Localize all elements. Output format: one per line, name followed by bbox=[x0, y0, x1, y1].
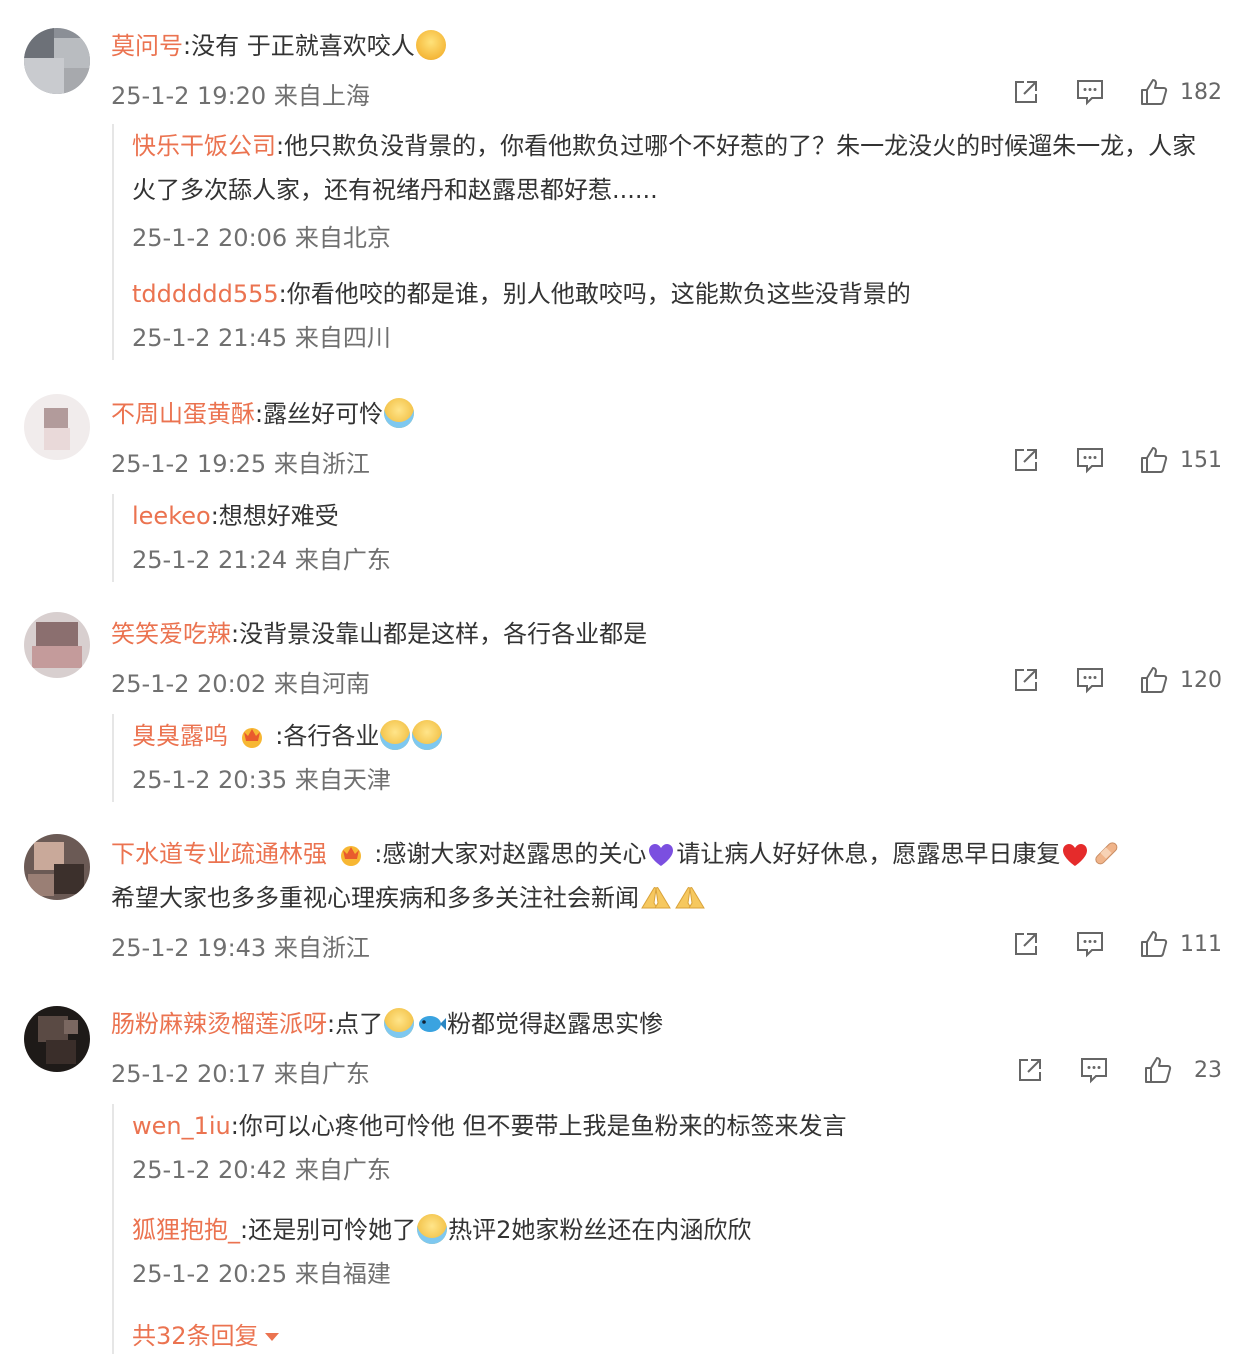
comment-actions: 23 bbox=[1014, 1050, 1222, 1090]
comment-meta: 25-1-2 20:17 来自广东 bbox=[111, 1060, 370, 1088]
comment-text: 莫问号:没有 于正就喜欢咬人 bbox=[111, 24, 1218, 68]
reply-item: tdddddd555:你看他咬的都是谁，别人他敢咬吗，这能欺负这些没背景的 25… bbox=[132, 272, 1218, 353]
reply-item: leekeo:想想好难受 25-1-2 21:24 来自广东 bbox=[132, 494, 1218, 575]
comment-meta: 25-1-2 19:25 来自浙江 bbox=[111, 450, 370, 478]
praying-hands-icon bbox=[674, 882, 706, 912]
avatar[interactable] bbox=[24, 1006, 90, 1072]
reply-text: wen_1iu:你可以心疼他可怜他 但不要带上我是鱼粉来的标签来发言 bbox=[132, 1112, 847, 1140]
reply-text: tdddddd555:你看他咬的都是谁，别人他敢咬吗，这能欺负这些没背景的 bbox=[132, 280, 911, 308]
comment-text: 下水道专业疏通林强 :感谢大家对赵露思的关心 请让病人好好休息，愿露思早日康复 希… bbox=[111, 832, 1218, 920]
username[interactable]: 笑笑爱吃辣 bbox=[111, 620, 231, 648]
comment-icon[interactable] bbox=[1074, 444, 1106, 476]
like-count: 120 bbox=[1180, 667, 1222, 693]
crying-emoji-icon bbox=[380, 720, 411, 750]
thumbs-up-icon[interactable] bbox=[1138, 664, 1170, 696]
username[interactable]: 狐狸抱抱_ bbox=[132, 1216, 240, 1244]
crown-badge-icon bbox=[336, 838, 366, 868]
avatar[interactable] bbox=[24, 612, 90, 678]
praying-hands-icon bbox=[640, 882, 672, 912]
username[interactable]: 下水道专业疏通林强 bbox=[111, 840, 327, 868]
comment-text: 肠粉麻辣烫榴莲派呀:点了 粉都觉得赵露思实惨 bbox=[111, 1008, 664, 1038]
like-count: 182 bbox=[1180, 79, 1222, 105]
comment-meta: 25-1-2 19:43 来自浙江 bbox=[111, 934, 370, 962]
reply-meta: 25-1-2 20:25 来自福建 bbox=[132, 1260, 391, 1288]
share-icon[interactable] bbox=[1010, 664, 1042, 696]
laughing-emoji-icon bbox=[415, 30, 446, 60]
thumbs-up-icon[interactable] bbox=[1142, 1054, 1174, 1086]
more-replies-link[interactable]: 共32条回复 bbox=[132, 1316, 279, 1351]
avatar[interactable] bbox=[24, 834, 90, 900]
comment-text: 笑笑爱吃辣:没背景没靠山都是这样，各行各业都是 bbox=[111, 620, 648, 648]
username[interactable]: 莫问号 bbox=[111, 32, 183, 60]
comment-icon[interactable] bbox=[1074, 76, 1106, 108]
crying-emoji-icon bbox=[384, 1008, 415, 1038]
reply-text: 臭臭露呜 :各行各业 bbox=[132, 714, 1218, 758]
reply-item: 快乐干饭公司:他只欺负没背景的，你看他欺负过哪个不好惹的了？朱一龙没火的时候遛朱… bbox=[132, 124, 1218, 253]
comment-actions: 151 bbox=[1010, 440, 1222, 480]
reply-thread: wen_1iu:你可以心疼他可怜他 但不要带上我是鱼粉来的标签来发言 25-1-… bbox=[112, 1104, 1218, 1354]
share-icon[interactable] bbox=[1010, 928, 1042, 960]
thumbs-up-icon[interactable] bbox=[1138, 444, 1170, 476]
thumbs-up-icon[interactable] bbox=[1138, 928, 1170, 960]
username[interactable]: 快乐干饭公司 bbox=[132, 132, 276, 160]
reply-item: 狐狸抱抱_:还是别可怜她了 热评2她家粉丝还在内涵欣欣 25-1-2 20:25 … bbox=[132, 1208, 1218, 1289]
like-count: 111 bbox=[1180, 931, 1222, 957]
reply-text: leekeo:想想好难受 bbox=[132, 502, 339, 530]
crown-badge-icon bbox=[237, 720, 267, 750]
crying-emoji-icon bbox=[384, 398, 415, 428]
comment-icon[interactable] bbox=[1074, 928, 1106, 960]
reply-item: wen_1iu:你可以心疼他可怜他 但不要带上我是鱼粉来的标签来发言 25-1-… bbox=[132, 1104, 1218, 1185]
like-count: 151 bbox=[1180, 447, 1222, 473]
comment-item: 下水道专业疏通林强 :感谢大家对赵露思的关心 请让病人好好休息，愿露思早日康复 希… bbox=[0, 808, 1238, 980]
crying-emoji-icon bbox=[412, 720, 443, 750]
comment-item: 莫问号:没有 于正就喜欢咬人 25-1-2 19:20 来自上海 182 快乐干… bbox=[0, 0, 1238, 370]
username[interactable]: tdddddd555 bbox=[132, 280, 279, 308]
share-icon[interactable] bbox=[1014, 1054, 1046, 1086]
reply-thread: leekeo:想想好难受 25-1-2 21:24 来自广东 bbox=[112, 494, 1218, 582]
username[interactable]: leekeo bbox=[132, 502, 211, 530]
username[interactable]: 臭臭露呜 bbox=[132, 722, 228, 750]
reply-meta: 25-1-2 20:35 来自天津 bbox=[132, 766, 391, 794]
comment-icon[interactable] bbox=[1074, 664, 1106, 696]
share-icon[interactable] bbox=[1010, 76, 1042, 108]
reply-meta: 25-1-2 21:45 来自四川 bbox=[132, 324, 391, 352]
username[interactable]: wen_1iu bbox=[132, 1112, 231, 1140]
reply-thread: 臭臭露呜 :各行各业 25-1-2 20:35 来自天津 bbox=[112, 714, 1218, 802]
avatar[interactable] bbox=[24, 394, 90, 460]
reply-text: 狐狸抱抱_:还是别可怜她了 热评2她家粉丝还在内涵欣欣 bbox=[132, 1214, 752, 1244]
comment-meta: 25-1-2 20:02 来自河南 bbox=[111, 670, 370, 698]
red-heart-icon bbox=[1061, 838, 1089, 866]
reply-meta: 25-1-2 21:24 来自广东 bbox=[132, 546, 391, 574]
comment-actions: 111 bbox=[1010, 924, 1222, 964]
fish-icon bbox=[416, 1008, 447, 1036]
username[interactable]: 不周山蛋黄酥 bbox=[111, 400, 255, 428]
avatar[interactable] bbox=[24, 28, 90, 94]
comment-item: 笑笑爱吃辣:没背景没靠山都是这样，各行各业都是 25-1-2 20:02 来自河… bbox=[0, 590, 1238, 808]
comment-actions: 120 bbox=[1010, 660, 1222, 700]
reply-meta: 25-1-2 20:42 来自广东 bbox=[132, 1156, 391, 1184]
reply-meta: 25-1-2 20:06 来自北京 bbox=[132, 224, 391, 252]
thumbs-up-icon[interactable] bbox=[1138, 76, 1170, 108]
reply-item: 臭臭露呜 :各行各业 25-1-2 20:35 来自天津 bbox=[132, 714, 1218, 795]
comment-icon[interactable] bbox=[1078, 1054, 1110, 1086]
comment-meta: 25-1-2 19:20 来自上海 bbox=[111, 82, 370, 110]
share-icon[interactable] bbox=[1010, 444, 1042, 476]
reply-thread: 快乐干饭公司:他只欺负没背景的，你看他欺负过哪个不好惹的了？朱一龙没火的时候遛朱… bbox=[112, 124, 1218, 360]
like-count: 23 bbox=[1194, 1057, 1222, 1083]
purple-heart-icon bbox=[647, 838, 675, 866]
comment-item: 不周山蛋黄酥:露丝好可怜 25-1-2 19:25 来自浙江 151 leeke… bbox=[0, 370, 1238, 590]
reply-text: 快乐干饭公司:他只欺负没背景的，你看他欺负过哪个不好惹的了？朱一龙没火的时候遛朱… bbox=[132, 132, 1197, 204]
bandage-icon bbox=[1091, 838, 1121, 868]
comment-actions: 182 bbox=[1010, 72, 1222, 112]
crying-emoji-icon bbox=[417, 1214, 448, 1244]
comment-item: 肠粉麻辣烫榴莲派呀:点了 粉都觉得赵露思实惨 25-1-2 20:17 来自广东 … bbox=[0, 980, 1238, 1360]
username[interactable]: 肠粉麻辣烫榴莲派呀 bbox=[111, 1010, 327, 1038]
caret-down-icon bbox=[264, 1333, 279, 1341]
comment-text: 不周山蛋黄酥:露丝好可怜 bbox=[111, 392, 1218, 436]
